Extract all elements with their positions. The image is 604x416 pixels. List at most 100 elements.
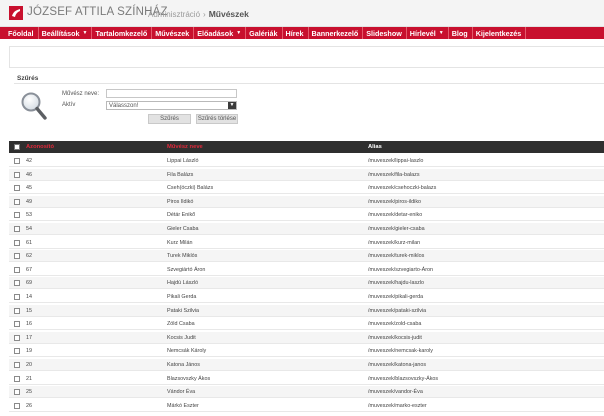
artist-name[interactable]: Pikali Gerda xyxy=(167,294,196,300)
menu-item-label: Tartalomkezelő xyxy=(95,28,148,38)
row-checkbox[interactable] xyxy=(14,362,20,368)
table-row[interactable]: 61 Kurz Milán/muveszek/kurz-milan xyxy=(9,237,604,249)
artist-id: 45 xyxy=(26,185,32,192)
artist-alias: /muveszek/marko-eszter xyxy=(368,402,427,409)
table-row[interactable]: 45 Cseh(óczki) Balázs/muveszek/csehoczki-… xyxy=(9,182,604,195)
artist-name[interactable]: Vándor Éva xyxy=(167,389,195,395)
active-label: Aktív xyxy=(62,102,76,108)
row-checkbox[interactable] xyxy=(14,171,20,178)
table-row[interactable]: 26 Márkó Eszter/muveszek/marko-eszter xyxy=(9,400,604,412)
brand-name[interactable]: JÓZSEF ATTILA SZÍNHÁZ xyxy=(27,6,168,18)
table-row[interactable]: 16 Zöld Csaba/muveszek/zold-csaba xyxy=(9,318,604,331)
artist-alias: /muveszek/csehoczki-balazs xyxy=(368,185,437,192)
menu-item[interactable]: Tartalomkezelő xyxy=(93,27,153,39)
menu-item-label: Beállítások xyxy=(41,28,80,38)
artist-name[interactable]: Cseh(óczki) Balázs xyxy=(167,185,213,191)
artist-name[interactable]: Szvegiártó Áron xyxy=(167,267,205,273)
clear-filter-button[interactable]: Szűrés törlése xyxy=(196,114,238,124)
table-row[interactable]: 49 Piros Ildikó/muveszek/piros-ildiko xyxy=(9,195,604,208)
menu-item[interactable]: Hírlevél ▼ xyxy=(408,27,449,39)
menu-item[interactable]: Előadások ▼ xyxy=(195,27,247,39)
artist-name[interactable]: Nemcsák Károly xyxy=(167,348,206,354)
artist-name[interactable]: Turek Miklós xyxy=(167,253,197,259)
artist-name[interactable]: Márkó Eszter xyxy=(167,403,199,409)
magnifier-icon xyxy=(20,91,48,121)
artist-name[interactable]: Blazsovszky Ákos xyxy=(167,376,210,382)
menu-item[interactable]: Kijelentkezés xyxy=(474,27,527,39)
row-checkbox[interactable] xyxy=(14,389,20,396)
select-all-checkbox[interactable] xyxy=(14,144,20,150)
table-row[interactable]: 46 Fila Balázs/muveszek/fila-balazs xyxy=(9,168,604,181)
menu-item[interactable]: Galériák xyxy=(247,27,283,39)
row-checkbox[interactable] xyxy=(14,294,20,300)
table-row[interactable]: 67 Szvegiártó Áron/muveszek/szvegiarto-Ár… xyxy=(9,264,604,276)
row-checkbox[interactable] xyxy=(14,375,20,382)
row-checkbox[interactable] xyxy=(14,266,20,273)
row-checkbox[interactable] xyxy=(14,226,20,232)
row-checkbox[interactable] xyxy=(14,280,20,287)
table-row[interactable]: 20 Katona János/muveszek/katona-janos xyxy=(9,359,604,371)
menu-item[interactable]: Blog xyxy=(450,27,473,39)
artist-name[interactable]: Kurz Milán xyxy=(167,240,192,246)
table-row[interactable]: 14 Pikali Gerda/muveszek/pikali-gerda xyxy=(9,291,604,303)
artist-id: 53 xyxy=(26,212,32,219)
artist-name[interactable]: Zöld Csaba xyxy=(167,321,195,327)
table-row[interactable]: 21 Blazsovszky Ákos/muveszek/blazsovszky-… xyxy=(9,373,604,385)
artist-alias: /muveszek/fila-balazs xyxy=(368,171,420,178)
row-checkbox[interactable] xyxy=(14,402,20,409)
artist-alias: /muveszek/vandor-Éva xyxy=(368,389,423,396)
artist-id: 14 xyxy=(26,294,32,300)
breadcrumb-separator: › xyxy=(203,10,206,19)
table-row[interactable]: 15 Pataki Szilvia/muveszek/pataki-szilvia xyxy=(9,304,604,317)
menu-item[interactable]: Hírek xyxy=(284,27,309,39)
active-select-value: Válasszon! xyxy=(109,103,139,109)
column-header-alias: Alias xyxy=(368,144,382,150)
row-checkbox[interactable] xyxy=(14,321,20,328)
table-row[interactable]: 19 Nemcsák Károly/muveszek/nemcsak-karoly xyxy=(9,345,604,358)
artist-alias: /muveszek/hajdu-laszlo xyxy=(368,280,425,287)
artist-name[interactable]: Détár Enikő xyxy=(167,212,195,218)
row-checkbox[interactable] xyxy=(14,185,20,192)
column-header-id[interactable]: Azonosító xyxy=(26,144,54,150)
row-checkbox[interactable] xyxy=(14,212,20,219)
row-checkbox[interactable] xyxy=(14,239,20,246)
artist-name[interactable]: Fila Balázs xyxy=(167,172,193,178)
table-row[interactable]: 69 Hajdú László/muveszek/hajdu-laszlo xyxy=(9,277,604,290)
menu-item[interactable]: Művészek xyxy=(153,27,195,39)
artist-name-input[interactable] xyxy=(106,89,237,98)
table-row[interactable]: 62 Turek Miklós/muveszek/turek-miklos xyxy=(9,250,604,263)
table-row[interactable]: 17 Kocsis Judit/muveszek/kocsis-judit xyxy=(9,331,604,344)
row-checkbox[interactable] xyxy=(14,198,20,205)
menu-item[interactable]: Slideshow xyxy=(364,27,407,39)
column-header-name[interactable]: Művész neve xyxy=(167,144,203,150)
theatre-logo-icon[interactable] xyxy=(9,6,23,20)
menu-item[interactable]: Beállítások ▼ xyxy=(40,27,93,39)
table-row[interactable]: 54 Gieler Csaba/muveszek/gieler-csaba xyxy=(9,223,604,235)
caret-down-icon[interactable]: ▼ xyxy=(228,102,236,109)
artist-name[interactable]: Katona János xyxy=(167,362,200,368)
artist-name[interactable]: Pataki Szilvia xyxy=(167,308,199,314)
row-checkbox[interactable] xyxy=(14,253,20,260)
artist-id: 26 xyxy=(26,402,32,409)
active-select[interactable]: Válasszon! ▼ xyxy=(106,101,237,110)
breadcrumb-parent[interactable]: Adminisztráció xyxy=(148,10,200,19)
menu-item[interactable]: Bannerkezelő xyxy=(310,27,364,39)
row-checkbox[interactable] xyxy=(14,307,20,314)
artist-alias: /muveszek/katona-janos xyxy=(368,362,427,368)
table-row[interactable]: 42 Lippai László/muveszek/lippai-laszlo xyxy=(9,155,604,167)
artist-name[interactable]: Kocsis Judit xyxy=(167,335,196,341)
filter-button[interactable]: Szűrés xyxy=(148,114,191,124)
table-row[interactable]: 25 Vándor Éva/muveszek/vandor-Éva xyxy=(9,386,604,399)
row-checkbox[interactable] xyxy=(14,348,20,355)
table-row[interactable]: 53 Détár Enikő/muveszek/detar-eniko xyxy=(9,209,604,222)
artist-id: 21 xyxy=(26,375,32,382)
row-checkbox[interactable] xyxy=(14,158,20,164)
artist-name[interactable]: Piros Ildikó xyxy=(167,199,193,205)
menu-item[interactable]: Főoldal xyxy=(6,27,39,39)
menu-item-label: Kijelentkezés xyxy=(475,28,522,38)
artist-name[interactable]: Gieler Csaba xyxy=(167,226,198,232)
artist-name[interactable]: Lippai László xyxy=(167,158,198,164)
artist-name[interactable]: Hajdú László xyxy=(167,280,198,286)
caret-down-icon: ▼ xyxy=(82,30,88,36)
row-checkbox[interactable] xyxy=(14,334,20,341)
